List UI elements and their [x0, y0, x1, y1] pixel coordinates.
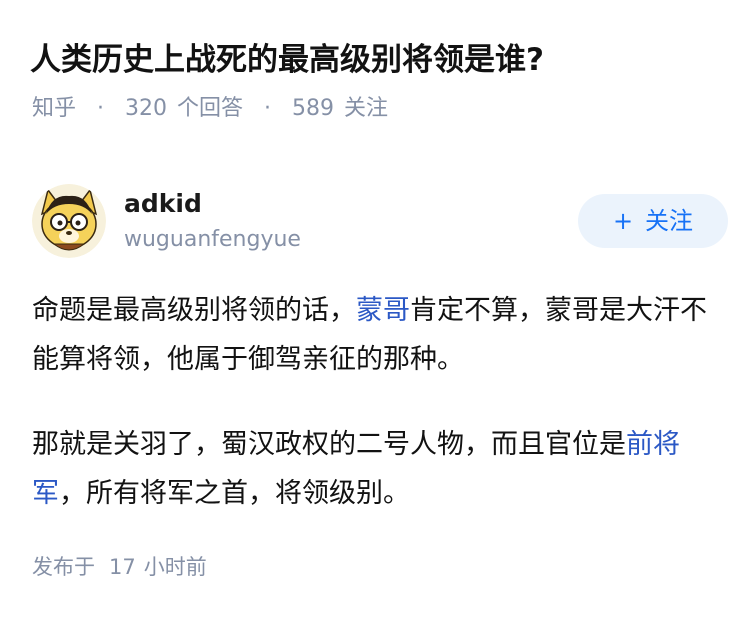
author-name[interactable]: adkid — [124, 186, 202, 222]
avatar[interactable] — [32, 184, 106, 258]
answer-count-label: 个回答 — [177, 96, 244, 121]
answer-count-link[interactable]: 320 个回答 — [125, 96, 243, 121]
follow-button[interactable]: + 关注 — [578, 194, 728, 248]
answer-paragraph: 那就是关羽了，蜀汉政权的二号人物，而且官位是前将军，所有将军之首，将领级别。 — [32, 420, 722, 518]
answer-content: 命题是最高级别将领的话，蒙哥肯定不算，蒙哥是大汗不能算将领，他属于御驾亲征的那种… — [32, 286, 722, 554]
meta-separator: · — [264, 96, 272, 121]
paragraph-text: 那就是关羽了，蜀汉政权的二号人物，而且官位是 — [32, 429, 626, 460]
question-title: 人类历史上战死的最高级别将领是谁? — [30, 42, 544, 78]
meta-separator: · — [97, 96, 105, 121]
source-label[interactable]: 知乎 — [32, 96, 76, 121]
answer-paragraph: 命题是最高级别将领的话，蒙哥肯定不算，蒙哥是大汗不能算将领，他属于御驾亲征的那种… — [32, 286, 722, 384]
follower-count: 589 — [292, 96, 335, 121]
publish-prefix: 发布于 — [32, 555, 95, 579]
publish-time: 发布于 17 小时前 — [32, 550, 207, 584]
question-meta: 知乎 · 320 个回答 · 589 关注 — [32, 92, 388, 126]
publish-unit: 小时前 — [143, 555, 207, 579]
author-info: adkid wuguanfengyue + 关注 — [32, 184, 728, 264]
follow-button-label: 关注 — [645, 207, 694, 235]
keyword-link-menggeh[interactable]: 蒙哥 — [356, 295, 410, 326]
answer-count: 320 — [125, 96, 168, 121]
follower-count-link[interactable]: 589 关注 — [292, 96, 388, 121]
author-bio: wuguanfengyue — [124, 227, 301, 252]
paragraph-text: ，所有将军之首，将领级别。 — [59, 478, 410, 509]
follower-count-label: 关注 — [344, 96, 389, 121]
publish-number: 17 — [109, 555, 136, 579]
cartoon-avatar-icon — [32, 184, 106, 258]
plus-icon: + — [612, 207, 634, 235]
paragraph-text: 命题是最高级别将领的话， — [32, 295, 356, 326]
